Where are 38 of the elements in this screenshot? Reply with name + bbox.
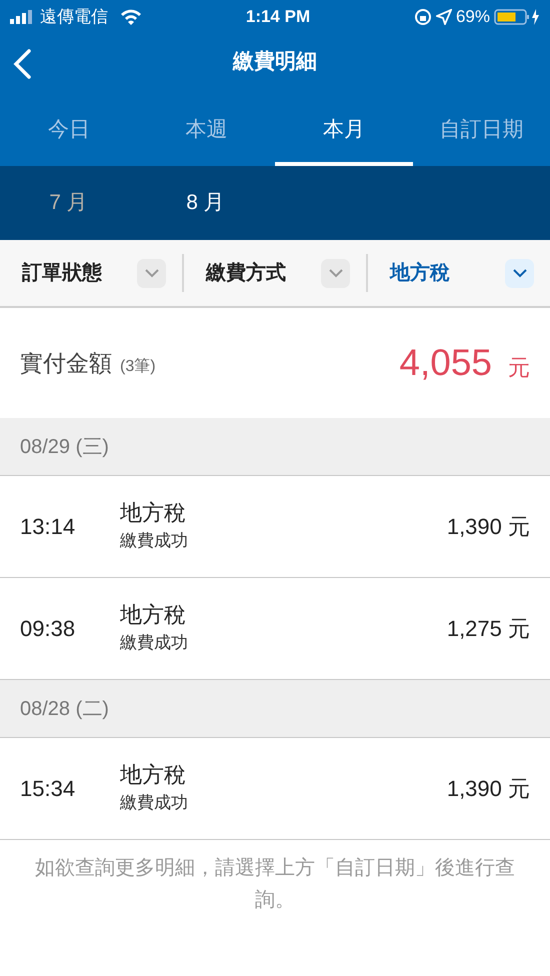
month-tab[interactable]: 7 月 [0, 166, 137, 240]
payment-title: 地方稅 [120, 761, 187, 790]
battery-icon [494, 8, 542, 26]
payment-status: 繳費成功 [120, 530, 189, 552]
period-tab[interactable]: 本週 [138, 90, 275, 166]
chevron-down-icon [321, 258, 350, 288]
total-amount: 4,055 [399, 341, 492, 386]
record-count: (3筆) [120, 356, 156, 377]
page-title: 繳費明細 [233, 49, 317, 75]
date-header: 08/29 (三) [0, 418, 550, 476]
payment-title: 地方稅 [120, 601, 187, 630]
payment-title: 地方稅 [120, 499, 187, 528]
filter-dropdown[interactable]: 訂單狀態 [0, 240, 182, 306]
period-tab[interactable]: 今日 [0, 90, 138, 166]
chevron-down-icon [137, 258, 166, 288]
total-label: 實付金額 [20, 348, 112, 378]
footer-note: 如欲查詢更多明細，請選擇上方「自訂日期」後進行查詢。 [34, 856, 516, 913]
payment-time: 13:14 [20, 513, 76, 541]
payment-time: 09:38 [20, 615, 76, 643]
location-arrow-icon [436, 9, 452, 25]
wifi-icon [120, 9, 142, 25]
period-tab[interactable]: 自訂日期 [412, 90, 550, 166]
month-tab[interactable]: 8 月 [137, 166, 274, 240]
payment-status: 繳費成功 [120, 792, 189, 814]
payment-amount: 1,390 元 [446, 775, 530, 803]
currency-unit: 元 [508, 354, 530, 382]
filter-dropdown[interactable]: 地方稅 [366, 254, 550, 292]
date-header: 08/28 (二) [0, 680, 550, 738]
carrier-name: 遠傳電信 [40, 6, 108, 28]
payment-amount: 1,390 元 [446, 513, 530, 541]
status-time: 1:14 PM [246, 6, 310, 28]
payment-status: 繳費成功 [120, 632, 189, 654]
filter-dropdown[interactable]: 繳費方式 [182, 254, 366, 292]
payment-amount: 1,275 元 [446, 615, 530, 643]
payment-time: 15:34 [20, 775, 76, 803]
chevron-down-icon [505, 258, 534, 288]
battery-percent: 69% [456, 6, 490, 28]
rotation-lock-icon [414, 8, 432, 26]
